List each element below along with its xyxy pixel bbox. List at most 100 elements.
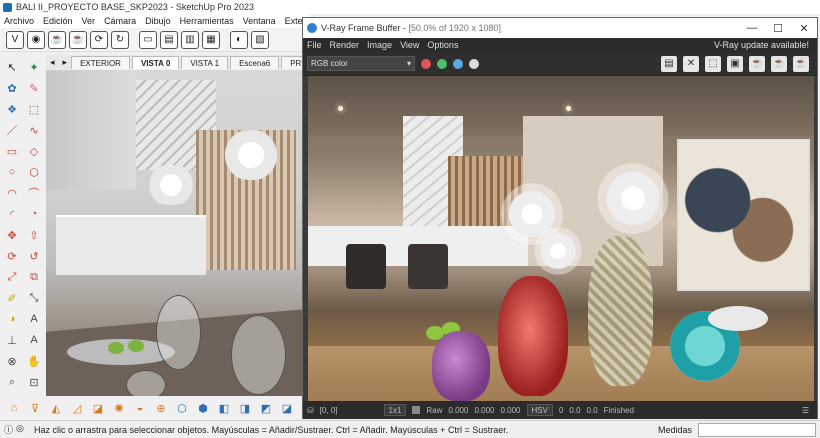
three-point-arc-icon[interactable]: ◜ [3, 205, 21, 223]
tag-icon[interactable]: ⬚ [25, 100, 43, 118]
vray-render-icon[interactable]: ◉ [27, 30, 45, 49]
interactive-render-icon[interactable]: ☕ [749, 55, 765, 72]
vray-menu-file[interactable]: File [307, 40, 322, 50]
green-channel-toggle[interactable] [437, 58, 447, 69]
menu-edicion[interactable]: Edición [43, 16, 73, 26]
mesh-light-icon[interactable]: ▧ [251, 30, 269, 49]
text-tool-icon[interactable]: A [25, 310, 43, 328]
maximize-icon[interactable]: ☐ [765, 22, 791, 35]
freehand-icon[interactable]: ∿ [25, 121, 43, 139]
rendered-image[interactable] [308, 76, 814, 401]
vray-cloud-icon[interactable]: ⟳ [90, 30, 108, 49]
vray-asset-editor-icon[interactable]: V [6, 30, 24, 49]
scene-tabs-left-icon[interactable]: ◂ [46, 57, 59, 68]
left-view-icon[interactable]: ◪ [279, 400, 295, 416]
clear-image-icon[interactable]: ✕ [683, 55, 699, 72]
sketchup-viewport[interactable] [46, 70, 303, 396]
scene-tabs-right-icon[interactable]: ▸ [59, 57, 72, 68]
render-teapot-icon[interactable]: ☕ [793, 55, 809, 72]
vray-menu-render[interactable]: Render [330, 40, 360, 50]
orbit-tool-icon[interactable]: ⊗ [3, 352, 21, 370]
section-cut-icon[interactable]: ◿ [69, 400, 85, 416]
minimize-icon[interactable]: — [739, 22, 765, 34]
dimension-tool-icon[interactable]: ⤡ [25, 289, 43, 307]
push-pull-icon[interactable]: ⇧ [25, 226, 43, 244]
geolocation-icon[interactable]: ⓘ [4, 423, 13, 436]
sphere-light-icon[interactable]: ◐ [230, 30, 248, 49]
rotate-tool-icon[interactable]: ⟳ [3, 247, 21, 265]
track-mouse-icon[interactable]: ▣ [727, 55, 743, 72]
vray-teapot-render-icon[interactable]: ☕ [48, 30, 66, 49]
measures-input[interactable] [698, 422, 816, 437]
section-plane-icon[interactable]: ◭ [48, 400, 64, 416]
vray-menu-view[interactable]: View [400, 40, 419, 50]
offset-tool-icon[interactable]: ⧉ [25, 268, 43, 286]
channel-select[interactable]: RGB color ▾ [307, 56, 415, 71]
vray-update-notice[interactable]: V-Ray update available! [714, 40, 809, 50]
alpha-channel-toggle[interactable] [469, 58, 479, 69]
zoom-tool-icon[interactable]: ⌕ [3, 373, 21, 391]
solid-tools-icon[interactable]: ✺ [111, 400, 127, 416]
back-view-icon[interactable]: ◩ [258, 400, 274, 416]
menu-ver[interactable]: Ver [82, 16, 96, 26]
tab-vista-0[interactable]: VISTA 0 [131, 55, 180, 69]
rectangle-tool-icon[interactable]: ▭ [3, 142, 21, 160]
camera-icon[interactable]: ▥ [181, 30, 199, 49]
outer-shell-icon[interactable]: ◒ [132, 400, 148, 416]
scale-tool-icon[interactable]: ⤢ [3, 268, 21, 286]
arc-tool-icon[interactable]: ◠ [3, 184, 21, 202]
menu-camara[interactable]: Cámara [104, 16, 136, 26]
zoom-window-icon[interactable]: ⊡ [25, 373, 43, 391]
intersect-icon[interactable]: ⊕ [153, 400, 169, 416]
polygon-tool-icon[interactable]: ⬡ [25, 163, 43, 181]
two-point-arc-icon[interactable]: ⌒ [25, 184, 43, 202]
color-mode-select[interactable]: HSV [526, 404, 553, 416]
save-image-icon[interactable]: ▤ [661, 55, 677, 72]
top-view-icon[interactable]: ⬢ [195, 400, 211, 416]
eraser-icon[interactable]: ✎ [25, 79, 43, 97]
frame-buffer-icon[interactable]: ▭ [139, 30, 157, 49]
raw-checkbox[interactable] [412, 406, 421, 414]
vray-interactive-icon[interactable]: ☕ [69, 30, 87, 49]
info-icon[interactable]: ⛁ [307, 406, 314, 415]
tab-escena6[interactable]: Escena6 [230, 55, 280, 69]
rotated-rectangle-icon[interactable]: ◇ [25, 142, 43, 160]
move-tool-icon[interactable]: ✥ [3, 226, 21, 244]
tab-exterior[interactable]: EXTERIOR [71, 55, 130, 69]
axes-tool-icon[interactable]: ⊥ [3, 331, 21, 349]
credits-icon[interactable]: ◎ [16, 423, 24, 436]
paint-bucket-icon[interactable]: ✿ [3, 79, 21, 97]
circle-tool-icon[interactable]: ○ [3, 163, 21, 181]
vray-menu-image[interactable]: Image [367, 40, 392, 50]
select-tool-icon[interactable]: ↖ [3, 58, 21, 76]
sandbox-icon[interactable]: ⊽ [27, 400, 43, 416]
follow-me-icon[interactable]: ↺ [25, 247, 43, 265]
lasso-select-icon[interactable]: ✦ [25, 58, 43, 76]
vray-batch-icon[interactable]: ↻ [111, 30, 129, 49]
red-channel-toggle[interactable] [421, 58, 431, 69]
pan-tool-icon[interactable]: ✋ [25, 352, 43, 370]
make-component-icon[interactable]: ❖ [3, 100, 21, 118]
menu-dibujo[interactable]: Dibujo [145, 16, 171, 26]
tab-vista-1[interactable]: VISTA 1 [181, 55, 229, 69]
blue-channel-toggle[interactable] [453, 58, 463, 69]
tape-measure-icon[interactable]: ✐ [3, 289, 21, 307]
warehouse-icon[interactable]: ⌂ [6, 400, 22, 416]
stop-render-icon[interactable]: ☕ [771, 55, 787, 72]
close-icon[interactable]: ✕ [791, 22, 817, 35]
menu-archivo[interactable]: Archivo [4, 16, 34, 26]
log-icon[interactable]: ☰ [802, 406, 817, 415]
menu-herramientas[interactable]: Herramientas [180, 16, 234, 26]
region-render-icon[interactable]: ⬚ [705, 55, 721, 72]
menu-ventana[interactable]: Ventana [243, 16, 276, 26]
vray-menu-options[interactable]: Options [427, 40, 458, 50]
line-tool-icon[interactable]: ／ [3, 121, 21, 139]
proxy-icon[interactable]: ▦ [202, 30, 220, 49]
right-view-icon[interactable]: ◨ [237, 400, 253, 416]
iso-view-icon[interactable]: ⬡ [174, 400, 190, 416]
zoom-select[interactable]: 1x1 [383, 404, 407, 416]
section-fill-icon[interactable]: ◪ [90, 400, 106, 416]
protractor-icon[interactable]: ◑ [3, 310, 21, 328]
pie-tool-icon[interactable]: ◔ [25, 205, 43, 223]
lights-icon[interactable]: ▤ [160, 30, 178, 49]
